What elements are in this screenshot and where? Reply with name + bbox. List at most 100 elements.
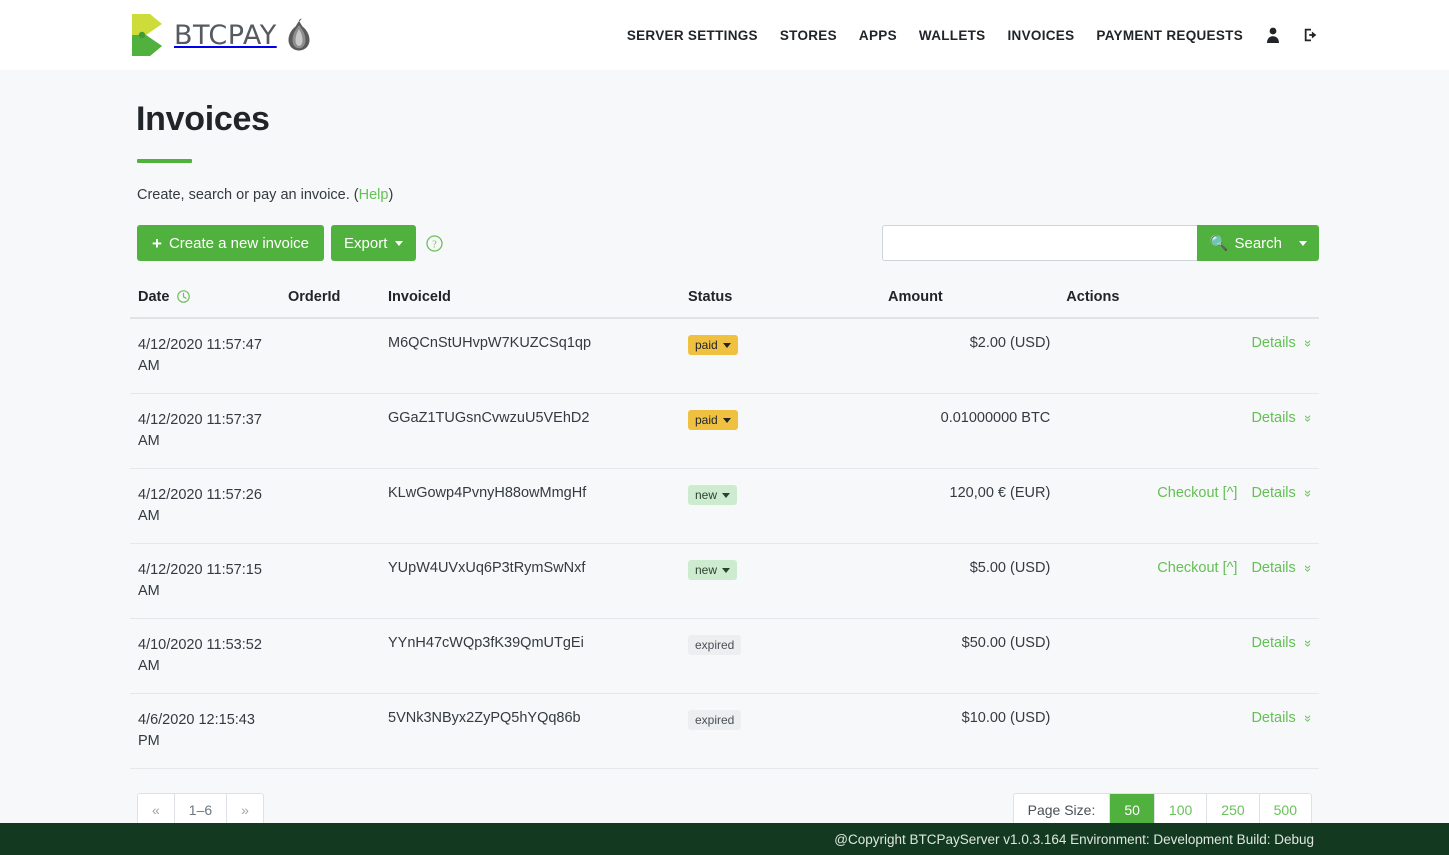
tor-onion-icon [277,18,313,52]
chevron-double-down-icon[interactable]: » [1301,340,1316,345]
main-nav: SERVER SETTINGS STORES APPS WALLETS INVO… [627,26,1319,44]
pagination-next-button[interactable]: » [227,794,263,826]
cell-amount: 120,00 € (EUR) [880,469,1058,544]
column-header-amount: Amount [880,289,1058,318]
nav-item-apps[interactable]: APPS [859,28,897,43]
nav-item-invoices[interactable]: INVOICES [1008,28,1075,43]
create-invoice-label: Create a new invoice [169,235,309,252]
cell-status: expired [680,694,880,769]
status-badge-label: paid [695,339,718,351]
column-header-date[interactable]: Date [130,289,280,318]
page-size-option-250[interactable]: 250 [1207,794,1259,826]
page-size-option-50[interactable]: 50 [1110,794,1155,826]
table-row: 4/12/2020 11:57:26 AM KLwGowp4PvnyH88owMm… [130,469,1319,544]
column-header-status: Status [680,289,880,318]
table-row: 4/12/2020 11:57:47 AMM6QCnStUHvpW7KUZCSq… [130,318,1319,394]
create-new-invoice-button[interactable]: + Create a new invoice [137,225,324,261]
cell-amount: $5.00 (USD) [880,544,1058,619]
nav-item-stores[interactable]: STORES [780,28,837,43]
logout-icon[interactable] [1303,26,1319,44]
footer-text: @Copyright BTCPayServer v1.0.3.164 Envir… [834,832,1314,847]
cell-invoiceid: KLwGowp4PvnyH88owMmgHf [380,469,680,544]
user-icon[interactable] [1265,26,1281,44]
cell-status: expired [680,619,880,694]
cell-actions: Checkout [^] Details » [1058,544,1319,619]
search-button-label: Search [1234,235,1282,252]
brand-logo-link[interactable]: BTCPAY [130,12,277,58]
cell-actions: Details » [1058,694,1319,769]
status-badge: expired [688,635,741,655]
cell-status: paid [680,394,880,469]
export-label: Export [344,235,387,252]
nav-item-wallets[interactable]: WALLETS [919,28,986,43]
help-link[interactable]: Help [359,187,389,203]
pagination-prev-button[interactable]: « [138,794,175,826]
status-badge[interactable]: paid [688,410,738,430]
table-row: 4/10/2020 11:53:52 AMYYnH47cWQp3fK39QmUT… [130,619,1319,694]
page-subtitle: Create, search or pay an invoice. (Help) [137,187,1319,203]
status-badge[interactable]: new [688,560,737,580]
checkout-link[interactable]: Checkout [^] [1157,560,1237,576]
status-badge-label: new [695,489,717,501]
table-row: 4/12/2020 11:57:15 AMYUpW4UVxUq6P3tRymSw… [130,544,1319,619]
search-dropdown-button[interactable] [1295,225,1319,261]
column-header-orderid: OrderId [280,289,380,318]
details-link[interactable]: Details [1251,710,1295,726]
chevron-down-icon [395,241,403,246]
subtitle-text: Create, search or pay an invoice. ( [137,187,359,203]
cell-amount: $2.00 (USD) [880,318,1058,394]
btcpay-logo-icon [130,12,164,58]
subtitle-suffix: ) [388,187,393,203]
search-input[interactable] [882,225,1197,261]
cell-status: new [680,469,880,544]
magnifier-icon: 🔍 [1210,234,1229,252]
page-title: Invoices [136,100,1319,139]
page-size-label: Page Size: [1014,794,1111,826]
column-header-invoiceid: InvoiceId [380,289,680,318]
details-link[interactable]: Details [1251,410,1295,426]
cell-orderid [280,469,380,544]
question-circle-icon[interactable]: ? [416,235,443,252]
export-button[interactable]: Export [331,225,416,261]
chevron-double-down-icon[interactable]: » [1301,415,1316,420]
chevron-double-down-icon[interactable]: » [1301,715,1316,720]
details-link[interactable]: Details [1251,485,1295,501]
title-underline [137,159,192,163]
cell-actions: Details » [1058,394,1319,469]
page-size-option-500[interactable]: 500 [1260,794,1311,826]
page-size-option-100[interactable]: 100 [1155,794,1207,826]
details-link[interactable]: Details [1251,635,1295,651]
invoices-table-body: 4/12/2020 11:57:47 AMM6QCnStUHvpW7KUZCSq… [130,318,1319,769]
cell-invoiceid: 5VNk3NByx2ZyPQ5hYQq86b [380,694,680,769]
chevron-double-down-icon[interactable]: » [1301,565,1316,570]
search-button[interactable]: 🔍 Search [1197,225,1295,261]
status-badge[interactable]: paid [688,335,738,355]
invoices-table: Date OrderId InvoiceId Status Amount Act… [130,289,1319,769]
chevron-double-down-icon[interactable]: » [1301,640,1316,645]
cell-status: paid [680,318,880,394]
checkout-link[interactable]: Checkout [^] [1157,485,1237,501]
date-header-label: Date [138,289,169,305]
cell-amount: $50.00 (USD) [880,619,1058,694]
status-badge[interactable]: new [688,485,737,505]
cell-date: 4/12/2020 11:57:26 AM [130,469,280,544]
page-content: Invoices Create, search or pay an invoic… [0,100,1449,827]
cell-orderid [280,619,380,694]
details-link[interactable]: Details [1251,335,1295,351]
chevron-down-icon [1299,241,1307,246]
cell-status: new [680,544,880,619]
cell-invoiceid: YUpW4UVxUq6P3tRymSwNxf [380,544,680,619]
nav-item-server-settings[interactable]: SERVER SETTINGS [627,28,758,43]
chevron-double-down-icon[interactable]: » [1301,490,1316,495]
cell-invoiceid: M6QCnStUHvpW7KUZCSq1qp [380,318,680,394]
status-badge-label: expired [695,639,734,651]
pagination-current-range: 1–6 [175,794,227,826]
plus-icon: + [152,235,162,252]
cell-date: 4/12/2020 11:57:37 AM [130,394,280,469]
details-link[interactable]: Details [1251,560,1295,576]
status-badge-label: new [695,564,717,576]
cell-actions: Details » [1058,619,1319,694]
nav-item-payment-requests[interactable]: PAYMENT REQUESTS [1096,28,1243,43]
cell-orderid [280,318,380,394]
search-group: 🔍 Search [882,225,1319,261]
